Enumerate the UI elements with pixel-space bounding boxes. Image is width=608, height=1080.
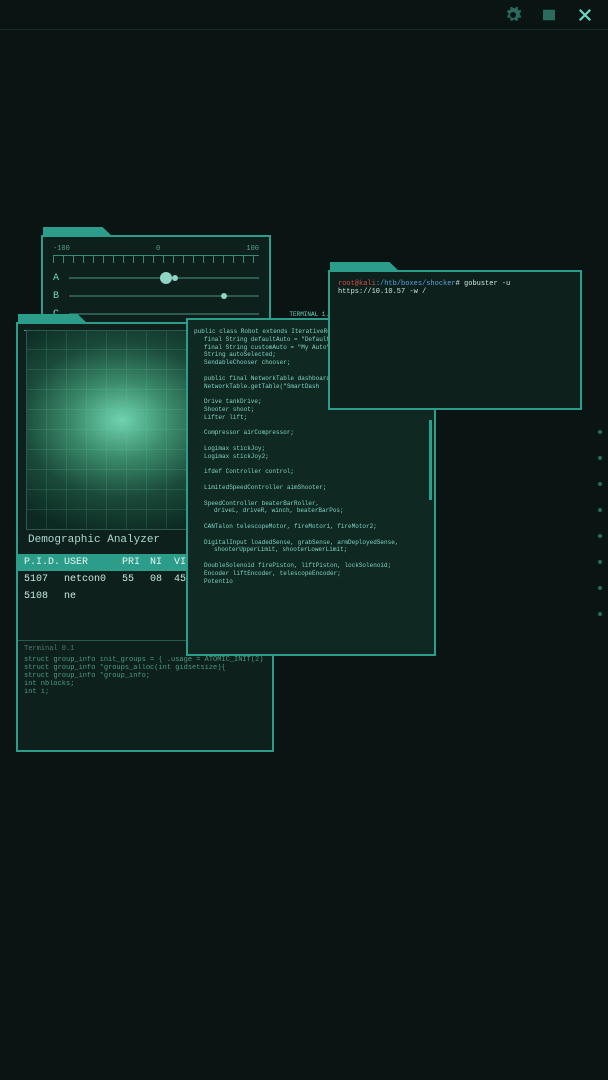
slider-track[interactable] [69,295,259,297]
slider-row-a: A [53,269,259,287]
panel-title: Demographic Analyzer [28,534,160,546]
title-bar [0,0,608,30]
slider-label: B [53,291,63,302]
slider-ticks [53,255,259,263]
shell-panel: root@kali:/htb/boxes/shocker# gobuster -… [328,270,582,410]
slider-scale: -1000100 [53,245,259,253]
close-icon[interactable] [576,6,594,24]
side-indicators [598,430,602,616]
scrollbar[interactable] [429,420,432,500]
panel-tab[interactable] [18,314,88,324]
shell-line[interactable]: root@kali:/htb/boxes/shocker# gobuster -… [338,280,572,296]
slider-track[interactable] [69,313,259,315]
settings-icon[interactable] [504,6,522,24]
terminal-0-1: Terminal 0.1 struct group_info init_grou… [18,640,272,750]
slider-track[interactable] [69,277,259,279]
window-icon[interactable] [540,6,558,24]
panel-tab[interactable] [43,227,113,237]
slider-row-b: B [53,287,259,305]
panel-tab[interactable] [330,262,400,272]
slider-label: A [53,273,63,284]
